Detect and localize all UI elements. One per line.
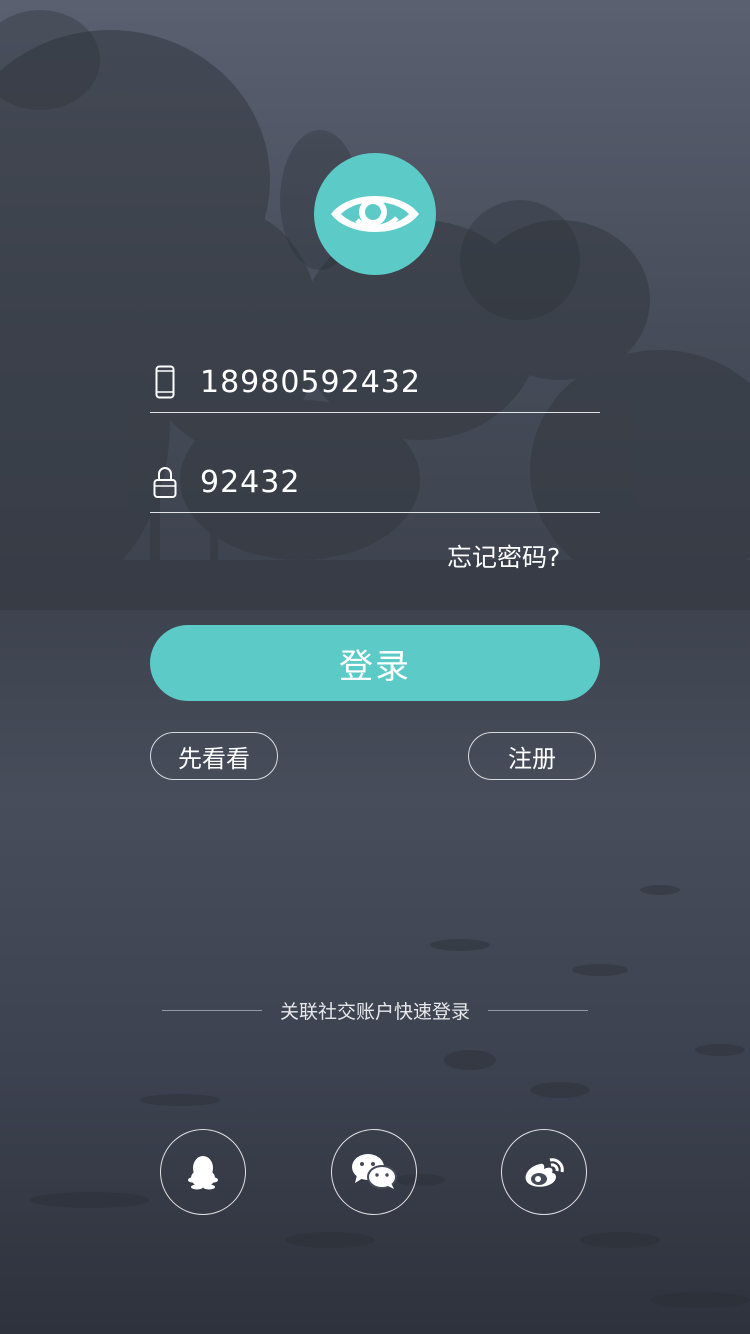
qq-login-button[interactable] bbox=[160, 1129, 246, 1215]
social-login-divider: 关联社交账户快速登录 bbox=[150, 992, 600, 1028]
phone-icon bbox=[150, 362, 180, 402]
lock-icon bbox=[150, 462, 180, 502]
phone-input-value[interactable]: 18980592432 bbox=[200, 365, 421, 400]
wechat-login-button[interactable] bbox=[331, 1129, 417, 1215]
social-login-label: 关联社交账户快速登录 bbox=[279, 1000, 470, 1023]
phone-field[interactable]: 18980592432 bbox=[150, 352, 600, 413]
wechat-icon bbox=[352, 1154, 397, 1189]
divider-line-left bbox=[161, 1009, 262, 1011]
qq-icon bbox=[188, 1156, 218, 1190]
register-button[interactable]: 注册 bbox=[468, 732, 596, 780]
password-field[interactable]: 92432 bbox=[150, 452, 600, 513]
weibo-login-button[interactable] bbox=[501, 1129, 587, 1215]
weibo-icon bbox=[525, 1158, 564, 1187]
browse-button[interactable]: 先看看 bbox=[150, 732, 278, 780]
password-input-value[interactable]: 92432 bbox=[200, 465, 300, 500]
login-button[interactable]: 登录 bbox=[150, 625, 600, 701]
eye-icon bbox=[331, 196, 419, 232]
divider-line-right bbox=[488, 1009, 588, 1011]
app-logo bbox=[314, 153, 436, 275]
login-screen: 18980592432 92432 忘记密码? 登录 先看看 注册 关联社交账户… bbox=[0, 0, 750, 1334]
forgot-password-link[interactable]: 忘记密码? bbox=[447, 538, 572, 574]
